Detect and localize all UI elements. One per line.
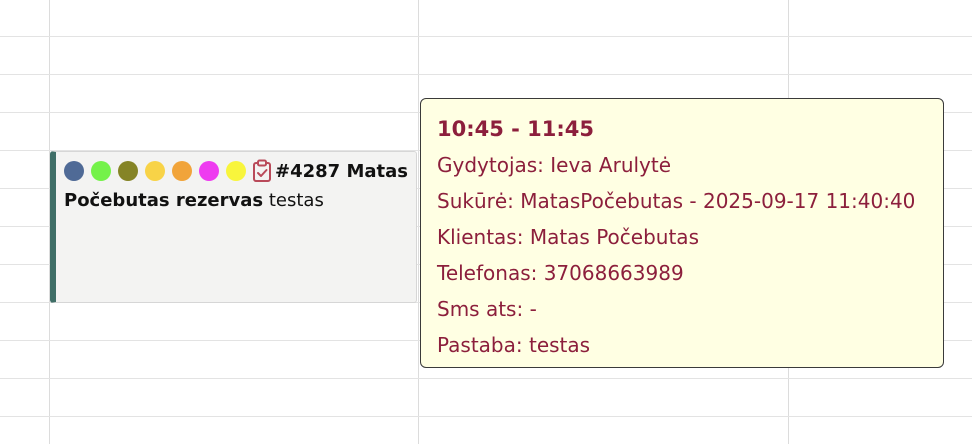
appointment-event-card[interactable]: #4287 Matas Počebutas rezervas testas <box>50 151 417 303</box>
status-dot-olive[interactable] <box>118 161 138 181</box>
event-client-name: Počebutas rezervas <box>64 190 264 211</box>
tooltip-time-range: 10:45 - 11:45 <box>437 117 595 141</box>
grid-row-divider <box>0 74 972 75</box>
grid-row-divider <box>0 378 972 379</box>
event-header: #4287 Matas <box>64 156 410 186</box>
clipboard-check-icon[interactable] <box>252 159 272 183</box>
status-dot-slate-blue[interactable] <box>64 161 84 181</box>
tooltip-created-by: Sukūrė: MatasPočebutas - 2025-09-17 11:4… <box>437 189 916 213</box>
tooltip-doctor: Gydytojas: Ieva Arulytė <box>437 153 672 177</box>
status-dot-gold[interactable] <box>145 161 165 181</box>
tooltip-sms-reply: Sms ats: - <box>437 297 537 321</box>
tooltip-note: Pastaba: testas <box>437 333 591 357</box>
status-dot-magenta[interactable] <box>199 161 219 181</box>
status-dot-yellow[interactable] <box>226 161 246 181</box>
event-note: testas <box>268 190 324 211</box>
status-dot-lime-green[interactable] <box>91 161 111 181</box>
grid-row-divider <box>0 36 972 37</box>
event-details-tooltip: 10:45 - 11:45 Gydytojas: Ieva Arulytė Su… <box>420 98 944 368</box>
tooltip-client: Klientas: Matas Počebutas <box>437 225 699 249</box>
status-dot-orange[interactable] <box>172 161 192 181</box>
grid-row-divider <box>0 416 972 417</box>
event-title: #4287 Matas <box>275 160 408 182</box>
event-description: Počebutas rezervas testas <box>64 190 410 211</box>
tooltip-phone: Telefonas: 37068663989 <box>437 261 684 285</box>
